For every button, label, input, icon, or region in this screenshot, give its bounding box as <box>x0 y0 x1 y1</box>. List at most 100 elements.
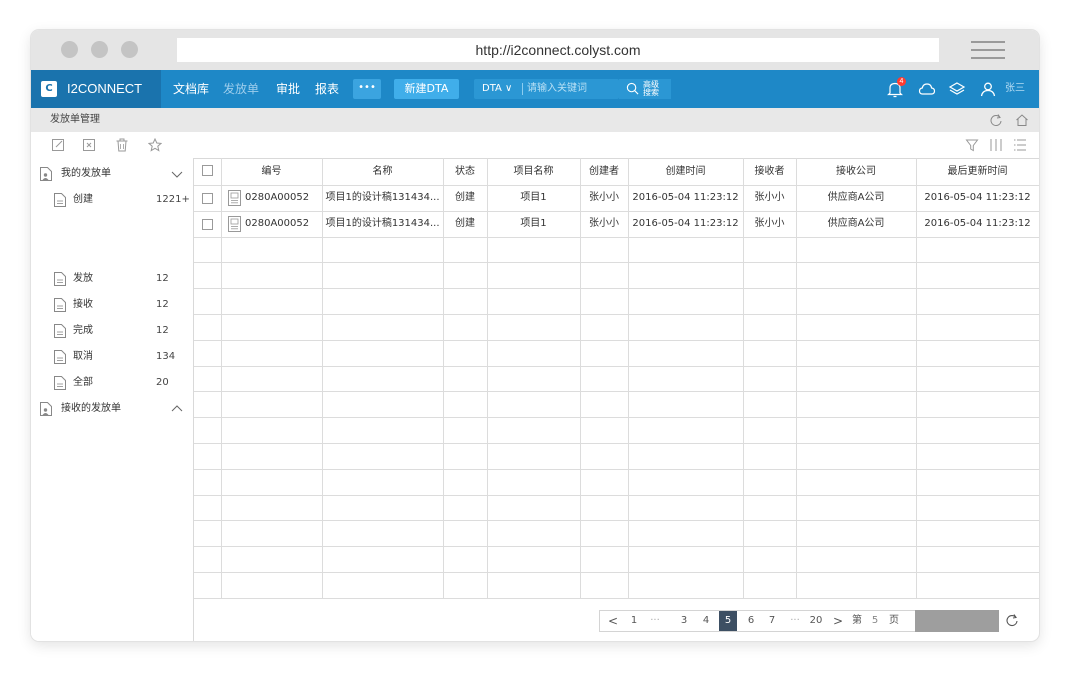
column-header-receiver-company[interactable]: 接收公司 <box>796 158 916 185</box>
prev-page-button[interactable]: < <box>604 611 622 631</box>
page-button[interactable]: 1 <box>626 611 642 631</box>
search-input[interactable]: 请输入关键词 <box>527 79 587 99</box>
app-logo[interactable]: C I2CONNECT <box>31 70 161 108</box>
goto-suffix: 页 <box>889 615 899 626</box>
sidebar-section-label: 接收的发放单 <box>61 403 121 414</box>
user-name[interactable]: 张三 <box>1005 70 1025 108</box>
page-button[interactable]: 6 <box>743 611 759 631</box>
url-bar[interactable]: http://i2connect.colyst.com <box>177 38 939 62</box>
row-divider <box>194 572 1039 573</box>
table-cell-last-updated: 2016-05-04 11:23:12 <box>924 217 1031 229</box>
table-cell-name[interactable]: 项目1的设计稿131434... <box>322 185 443 211</box>
window-close-dot[interactable] <box>61 41 78 58</box>
sidebar-item-cancelled[interactable]: 取消 134 <box>31 344 193 370</box>
row-checkbox[interactable] <box>202 193 213 204</box>
sidebar-item-created[interactable]: 创建 1221+ <box>31 187 193 213</box>
column-header-project-name[interactable]: 项目名称 <box>487 158 580 185</box>
sidebar-item-completed[interactable]: 完成 12 <box>31 318 193 344</box>
nav-item-release-order[interactable]: 发放单 <box>223 70 259 108</box>
sidebar-section-my-release-orders[interactable]: 我的发放单 <box>31 161 193 187</box>
page-button[interactable]: 20 <box>806 611 826 631</box>
table-cell-status: 创建 <box>455 217 475 229</box>
trash-icon[interactable] <box>115 138 129 152</box>
document-icon <box>228 215 241 232</box>
sidebar-item-label: 创建 <box>73 194 93 205</box>
sidebar: 我的发放单 创建 1221+ 发放 12 接收 12 完成 12 取消 134 <box>31 158 194 641</box>
search-type-select[interactable]: DTA ∨ <box>482 79 512 99</box>
column-header-last-updated[interactable]: 最后更新时间 <box>916 158 1039 185</box>
chevron-down-icon[interactable] <box>171 169 183 179</box>
page-button-current[interactable]: 5 <box>719 611 737 631</box>
column-header-created-time[interactable]: 创建时间 <box>628 158 743 185</box>
star-icon[interactable] <box>148 138 162 152</box>
nav-item-document-library[interactable]: 文档库 <box>173 70 209 108</box>
browser-menu-icon[interactable] <box>971 41 1005 59</box>
row-divider <box>194 365 1039 367</box>
refresh-icon[interactable] <box>989 113 1003 127</box>
filter-icon[interactable] <box>965 138 979 152</box>
edit-icon[interactable] <box>51 138 65 152</box>
goto-page-input[interactable] <box>915 610 999 632</box>
pagination-area: < 1 ··· 3 4 5 6 7 ··· 20 > 第 5 页 <box>194 598 1039 641</box>
list-view-icon[interactable] <box>1013 138 1027 152</box>
layers-icon[interactable] <box>948 80 966 98</box>
advanced-search-link[interactable]: 高级搜索 <box>643 81 663 97</box>
toolbar <box>31 132 1039 159</box>
user-icon[interactable] <box>979 80 997 98</box>
sidebar-item-count: 134 <box>156 351 176 362</box>
sidebar-item-received[interactable]: 接收 12 <box>31 292 193 318</box>
table-cell-receiver: 张小小 <box>754 217 785 229</box>
cloud-icon[interactable] <box>918 80 936 98</box>
chevron-up-icon[interactable] <box>171 404 183 414</box>
sidebar-section-received-release-orders[interactable]: 接收的发放单 <box>31 396 193 422</box>
window-minimize-dot[interactable] <box>91 41 108 58</box>
page-button[interactable]: 3 <box>676 611 692 631</box>
sidebar-item-label: 完成 <box>73 325 93 336</box>
row-divider <box>194 546 1039 548</box>
nav-item-reports[interactable]: 报表 <box>315 70 339 108</box>
sidebar-item-label: 发放 <box>73 273 93 284</box>
table-cell-receiver-company: 供应商A公司 <box>827 217 885 229</box>
nav-item-approval[interactable]: 审批 <box>276 70 300 108</box>
sidebar-item-count: 12 <box>156 325 169 336</box>
column-header-status[interactable]: 状态 <box>443 158 487 185</box>
page-button[interactable]: 4 <box>698 611 714 631</box>
sidebar-item-count: 12 <box>156 299 169 310</box>
sidebar-item-released[interactable]: 发放 12 <box>31 266 193 292</box>
sidebar-item-label: 接收 <box>73 299 93 310</box>
row-divider <box>194 339 1039 341</box>
logo-mark-icon: C <box>41 81 57 97</box>
column-header-name[interactable]: 名称 <box>322 158 443 185</box>
document-icon <box>54 272 66 286</box>
logo-text: I2CONNECT <box>67 81 143 96</box>
column-header-number[interactable]: 编号 <box>221 158 322 185</box>
new-dta-button[interactable]: 新建DTA <box>394 79 459 99</box>
columns-icon[interactable] <box>989 138 1003 152</box>
column-header-creator[interactable]: 创建者 <box>580 158 628 185</box>
goto-page-number[interactable]: 5 <box>868 611 882 631</box>
row-checkbox[interactable] <box>202 218 213 230</box>
table-cell-project-name: 项目1 <box>520 217 547 229</box>
column-header-receiver[interactable]: 接收者 <box>743 158 796 185</box>
row-divider <box>194 520 1039 522</box>
select-all-checkbox[interactable] <box>202 165 213 176</box>
page-button[interactable]: 7 <box>764 611 780 631</box>
window-maximize-dot[interactable] <box>121 41 138 58</box>
delete-box-icon[interactable] <box>82 138 96 152</box>
table-cell-last-updated: 2016-05-04 11:23:12 <box>924 192 1031 203</box>
refresh-icon[interactable] <box>1005 613 1019 627</box>
column-divider <box>221 158 222 598</box>
row-divider <box>194 314 1039 315</box>
table-cell-creator: 张小小 <box>589 192 619 203</box>
more-button[interactable]: ••• <box>353 79 381 99</box>
home-icon[interactable] <box>1015 113 1029 127</box>
table-cell-created-time: 2016-05-04 11:23:12 <box>632 192 739 203</box>
search-button[interactable]: 高级搜索 <box>619 79 671 99</box>
table-cell-project-name: 项目1 <box>520 192 547 203</box>
page-ellipsis[interactable]: ··· <box>646 611 664 631</box>
next-page-button[interactable]: > <box>830 611 846 631</box>
table-cell-name[interactable]: 项目1的设计稿131434... <box>322 211 443 237</box>
page-ellipsis[interactable]: ··· <box>786 611 804 631</box>
row-divider <box>194 262 1039 264</box>
sidebar-item-all[interactable]: 全部 20 <box>31 370 193 396</box>
